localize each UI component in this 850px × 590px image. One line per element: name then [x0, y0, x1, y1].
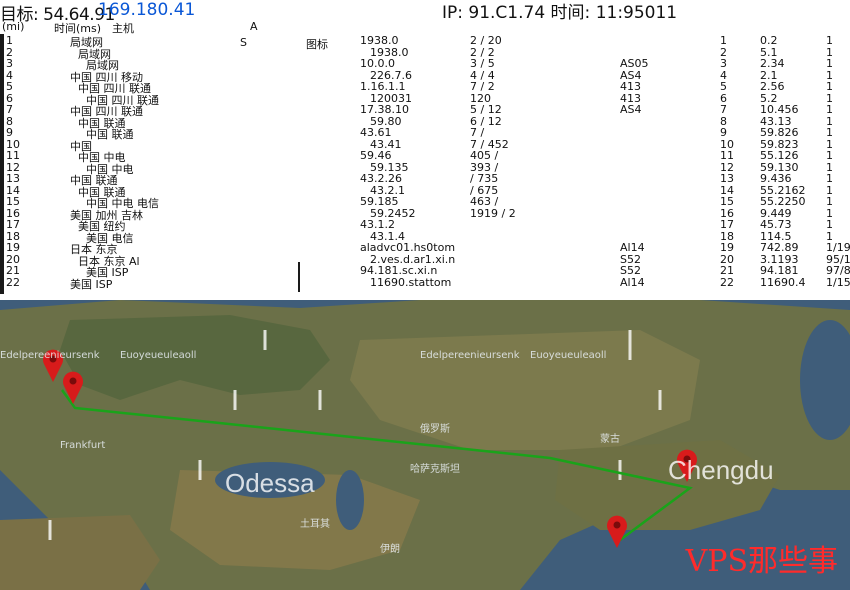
col-icon[interactable]: 图标 [306, 36, 328, 52]
map-label: Euoyeueuleaoll [120, 350, 197, 361]
col-host[interactable]: 主机 [112, 20, 134, 36]
row-divider [0, 34, 4, 294]
route-map[interactable]: Edelpereenieursenk Euoyeueuleaoll Edelpe… [0, 300, 850, 590]
target-ip[interactable]: 169.180.41 [98, 0, 195, 20]
map-label: 蒙古 [600, 434, 620, 445]
watermark: VPS那些事 [685, 544, 838, 579]
col-a[interactable]: A [250, 20, 258, 33]
trace-panel: 目标: 54.64.91 169.180.41 IP: 91.C1.74 时间:… [0, 0, 850, 300]
map-label: Edelpereenieursenk [0, 350, 100, 361]
map-label: Frankfurt [60, 440, 106, 451]
city-label: Odessa [225, 468, 315, 498]
map-label: 俄罗斯 [420, 424, 450, 435]
land-africa [0, 515, 160, 590]
hop-loss: 1919 / 2 [470, 206, 516, 220]
city-label: Chengdu [668, 455, 774, 485]
col-s[interactable]: S [240, 36, 247, 49]
hop-location: 中国 联通 [86, 128, 134, 141]
map-label: Euoyeueuleaoll [530, 350, 607, 361]
title-bar: 目标: 54.64.91 169.180.41 IP: 91.C1.74 时间:… [0, 0, 850, 25]
map-pin-icon[interactable] [62, 370, 84, 404]
map-label: 伊朗 [380, 544, 400, 555]
stat-n: 22 [720, 275, 734, 289]
hop-as: Al14 [620, 275, 645, 289]
stat-r: 1/15 [826, 275, 850, 289]
hop-location: 美国 ISP [70, 277, 113, 291]
stat-v: 11690.4 [760, 275, 806, 289]
map-pin-icon[interactable] [606, 514, 628, 548]
hop-number: 22 [6, 275, 20, 289]
caspian-sea [336, 470, 364, 530]
hop-as: AS4 [620, 103, 642, 116]
map-label: 土耳其 [300, 519, 330, 530]
row-divider [298, 262, 300, 292]
map-label: 哈萨克斯坦 [410, 464, 460, 475]
col-hop[interactable]: (mi) [2, 20, 24, 33]
hop-ip: 11690.stattom [370, 275, 452, 289]
map-label: Edelpereenieursenk [420, 350, 520, 361]
window-title: IP: 91.C1.74 时间: 11:95011 [442, 3, 678, 23]
